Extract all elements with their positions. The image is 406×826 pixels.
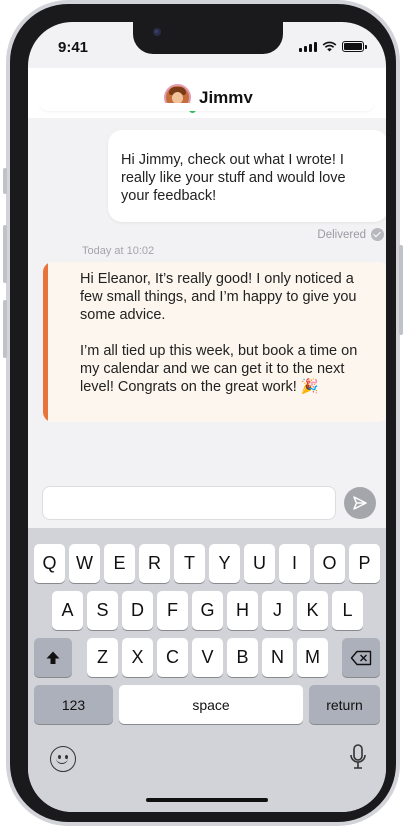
microphone-icon[interactable] (348, 743, 368, 773)
key-k[interactable]: K (297, 591, 328, 630)
signal-icon (299, 41, 317, 52)
status-icons (299, 41, 367, 52)
key-m[interactable]: M (297, 638, 328, 677)
incoming-message-text: Hi Eleanor, It’s really good! I only not… (80, 270, 360, 396)
volume-up-button (3, 225, 7, 283)
key-q[interactable]: Q (34, 544, 65, 583)
incoming-message-bubble[interactable]: Hi Eleanor, It’s really good! I only not… (43, 262, 386, 422)
outgoing-message-bubble[interactable]: Hi Jimmy, check out what I wrote! I real… (108, 130, 386, 222)
notch (133, 22, 283, 54)
return-key[interactable]: return (309, 685, 380, 724)
emoji-icon[interactable] (50, 746, 76, 772)
key-v[interactable]: V (192, 638, 223, 677)
send-button[interactable] (344, 487, 376, 519)
key-x[interactable]: X (122, 638, 153, 677)
key-u[interactable]: U (244, 544, 275, 583)
key-f[interactable]: F (157, 591, 188, 630)
key-h[interactable]: H (227, 591, 258, 630)
wifi-icon (322, 41, 337, 52)
key-j[interactable]: J (262, 591, 293, 630)
key-w[interactable]: W (69, 544, 100, 583)
key-i[interactable]: I (279, 544, 310, 583)
key-g[interactable]: G (192, 591, 223, 630)
phone-frame: 9:41 Jimmy Hi Jimmy, check out what I wr… (3, 0, 403, 826)
check-circle-icon (371, 228, 384, 241)
delete-key[interactable] (342, 638, 380, 677)
key-s[interactable]: S (87, 591, 118, 630)
composer (28, 477, 386, 529)
previous-message-bubble (40, 103, 374, 111)
key-z[interactable]: Z (87, 638, 118, 677)
send-icon (353, 496, 367, 510)
power-button (399, 245, 403, 335)
key-b[interactable]: B (227, 638, 258, 677)
message-input[interactable] (42, 486, 336, 520)
backspace-icon (350, 650, 372, 665)
outgoing-message-text: Hi Jimmy, check out what I wrote! I real… (121, 152, 346, 204)
key-o[interactable]: O (314, 544, 345, 583)
key-p[interactable]: P (349, 544, 380, 583)
shift-key[interactable] (34, 638, 72, 677)
keyboard: Q W E R T Y U I O P A S D F G H J K L Z … (28, 528, 386, 812)
key-a[interactable]: A (52, 591, 83, 630)
key-d[interactable]: D (122, 591, 153, 630)
incoming-message-paragraph: I’m all tied up this week, but book a ti… (80, 343, 358, 395)
screen: 9:41 Jimmy Hi Jimmy, check out what I wr… (28, 22, 386, 812)
key-r[interactable]: R (139, 544, 170, 583)
camera-icon (153, 28, 161, 36)
battery-icon (342, 41, 367, 52)
delivery-status-label: Delivered (317, 228, 366, 241)
numbers-key[interactable]: 123 (34, 685, 113, 724)
key-e[interactable]: E (104, 544, 135, 583)
key-t[interactable]: T (174, 544, 205, 583)
incoming-message-paragraph: Hi Eleanor, It’s really good! I only not… (80, 271, 357, 323)
key-l[interactable]: L (332, 591, 363, 630)
home-indicator (146, 798, 268, 802)
mute-switch (3, 168, 7, 194)
message-timestamp: Today at 10:02 (82, 245, 155, 257)
space-key[interactable]: space (119, 685, 303, 724)
key-c[interactable]: C (157, 638, 188, 677)
key-n[interactable]: N (262, 638, 293, 677)
status-time: 9:41 (58, 39, 89, 56)
volume-down-button (3, 300, 7, 358)
phone-bezel: 9:41 Jimmy Hi Jimmy, check out what I wr… (10, 4, 396, 822)
delivery-status: Delivered (317, 228, 384, 241)
shift-icon (46, 651, 60, 664)
key-y[interactable]: Y (209, 544, 240, 583)
